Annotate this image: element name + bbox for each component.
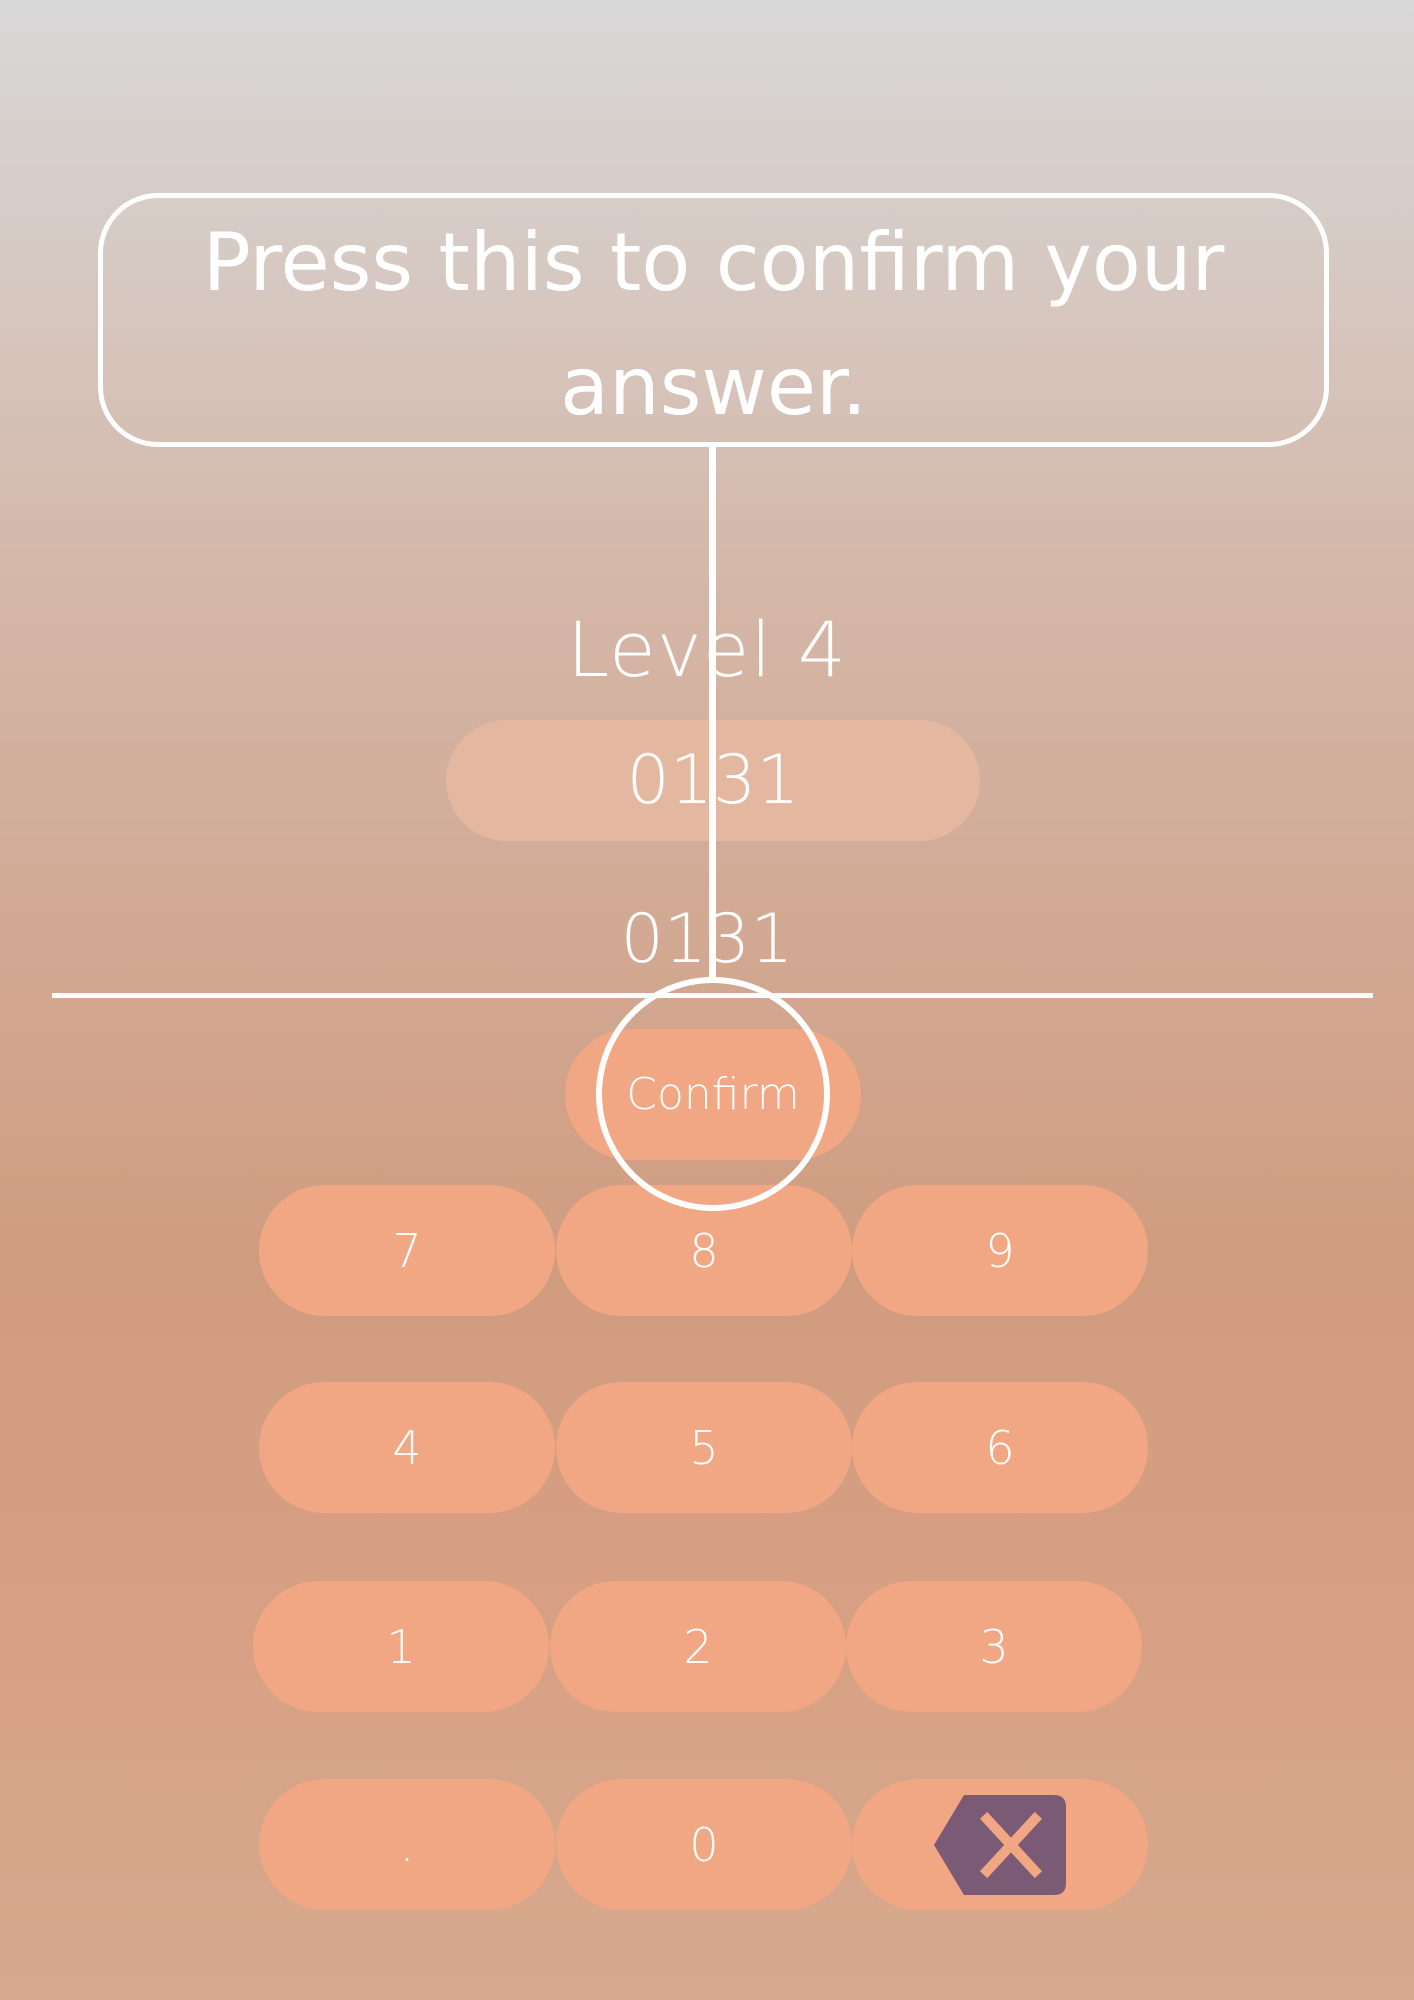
key-4[interactable]: 4 [259,1382,555,1513]
key-7[interactable]: 7 [259,1185,555,1316]
answer-display: 0131 [620,900,794,979]
key-6[interactable]: 6 [852,1382,1148,1513]
backspace-button[interactable] [852,1779,1148,1910]
key-5[interactable]: 5 [556,1382,852,1513]
tutorial-callout: Press this to confirm your answer. [98,193,1329,447]
backspace-icon [934,1794,1066,1895]
tutorial-callout-text: Press this to confirm your answer. [202,216,1225,433]
key-decimal[interactable]: . [259,1779,555,1910]
key-9[interactable]: 9 [852,1185,1148,1316]
confirm-highlight-ring [596,977,830,1211]
game-screen: Level 4 0131 0131 Confirm 7 8 9 4 5 6 1 … [0,0,1414,2000]
key-3[interactable]: 3 [846,1581,1142,1712]
level-title: Level 4 [566,605,848,694]
key-1[interactable]: 1 [253,1581,549,1712]
key-2[interactable]: 2 [550,1581,846,1712]
callout-pointer-line [709,447,716,977]
key-0[interactable]: 0 [556,1779,852,1910]
